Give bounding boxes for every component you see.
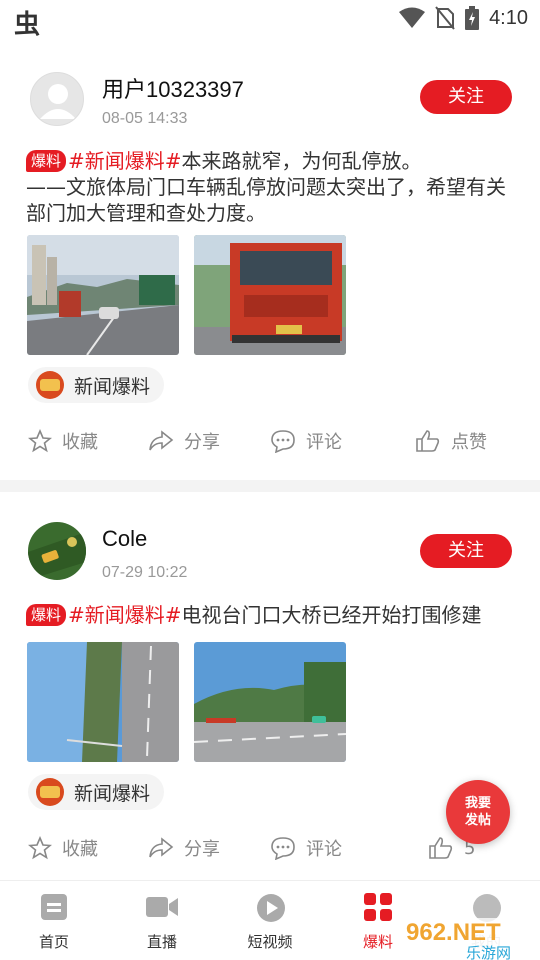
fab-label-line1: 我要: [464, 796, 491, 811]
status-bar: 虫 4:10: [0, 0, 540, 40]
post-photo[interactable]: [27, 642, 179, 762]
status-icons: 4:10: [399, 6, 528, 30]
avatar[interactable]: [28, 522, 86, 580]
nav-home-label: 首页: [38, 933, 69, 951]
favorite-label: 收藏: [62, 839, 98, 860]
comment-label: 评论: [306, 432, 342, 453]
share-label: 分享: [184, 839, 220, 860]
follow-button[interactable]: 关注: [420, 80, 512, 114]
share-button[interactable]: 分享: [148, 833, 220, 863]
like-label: 点赞: [451, 432, 487, 453]
username[interactable]: Cole: [102, 526, 147, 552]
nav-live-label: 直播: [146, 933, 177, 951]
post-card: 用户10323397 08-05 14:33 关注 爆料 #新闻爆料#本来路就窄，…: [0, 36, 540, 476]
post-divider: [0, 480, 540, 492]
topic-logo-icon: [36, 371, 64, 399]
thumbs-up-icon: [416, 430, 440, 452]
comment-button[interactable]: 评论: [270, 426, 342, 456]
baoliao-badge: 爆料: [26, 604, 67, 626]
bridge-road-photo-rotated: [27, 642, 179, 762]
fab-label-line2: 发帖: [464, 813, 491, 828]
hashtag-link[interactable]: #新闻爆料#: [68, 603, 182, 627]
topic-label: 新闻爆料: [74, 375, 151, 398]
comment-icon: [271, 837, 295, 860]
bridge-road-photo: [194, 642, 346, 762]
favorite-label: 收藏: [62, 432, 98, 453]
comment-icon: [271, 430, 295, 453]
nav-home[interactable]: 首页: [14, 893, 94, 955]
red-truck-photo: [194, 235, 346, 355]
wifi-icon: [399, 7, 426, 28]
post-body: 电视台门口大桥已经开始打围修建: [181, 603, 482, 627]
street-trucks-photo-1: [27, 235, 179, 355]
grid-icon: [364, 893, 392, 921]
share-button[interactable]: 分享: [148, 426, 220, 456]
nav-live[interactable]: 直播: [122, 893, 202, 955]
live-video-icon: [146, 897, 178, 917]
post-text[interactable]: 爆料 #新闻爆料#本来路就窄，为何乱停放。 ——文旅体局门口车辆乱停放问题太突出了…: [26, 148, 516, 226]
post-photo[interactable]: [194, 235, 346, 355]
share-icon: [149, 837, 174, 858]
share-label: 分享: [184, 432, 220, 453]
star-icon: [28, 836, 52, 860]
home-icon: [41, 894, 67, 920]
post-text[interactable]: 爆料 #新闻爆料#电视台门口大桥已经开始打围修建: [26, 602, 516, 628]
no-sim-icon: [435, 6, 455, 30]
new-post-fab[interactable]: 我要 发帖: [446, 780, 510, 844]
favorite-button[interactable]: 收藏: [28, 426, 98, 456]
clock: 4:10: [489, 6, 528, 29]
post-photo[interactable]: [27, 235, 179, 355]
post-photo[interactable]: [194, 642, 346, 762]
username[interactable]: 用户10323397: [102, 72, 244, 104]
topic-logo-icon: [36, 778, 64, 806]
post-time: 08-05 14:33: [102, 110, 188, 127]
watermark-line1: 962.NET: [406, 919, 501, 946]
thumbs-up-icon: [429, 837, 453, 859]
nav-short-video-label: 短视频: [247, 933, 293, 951]
battery-charging-icon: [465, 6, 480, 30]
play-circle-icon: [257, 894, 285, 922]
topic-chip[interactable]: 新闻爆料: [28, 367, 165, 403]
comment-label: 评论: [306, 839, 342, 860]
topic-chip[interactable]: 新闻爆料: [28, 774, 165, 810]
topic-label: 新闻爆料: [74, 782, 151, 805]
favorite-button[interactable]: 收藏: [28, 833, 98, 863]
comment-button[interactable]: 评论: [270, 833, 342, 863]
nav-short-video[interactable]: 短视频: [230, 893, 310, 955]
watermark-line2: 乐游网: [466, 944, 511, 960]
follow-button[interactable]: 关注: [420, 534, 512, 568]
avatar[interactable]: [30, 72, 84, 126]
like-button[interactable]: 点赞: [415, 426, 487, 456]
default-avatar-icon: [40, 84, 76, 119]
avatar-image: [28, 522, 86, 580]
star-icon: [28, 429, 52, 453]
post-time: 07-29 10:22: [102, 564, 188, 581]
hashtag-link[interactable]: #新闻爆料#: [68, 149, 182, 173]
baoliao-badge: 爆料: [26, 150, 67, 172]
post-actions: 收藏 分享 评论 点赞: [0, 426, 540, 456]
site-watermark: 962.NET 乐游网: [398, 912, 540, 960]
watermark-logo: 962.NET 乐游网: [398, 918, 540, 960]
share-icon: [149, 430, 174, 451]
